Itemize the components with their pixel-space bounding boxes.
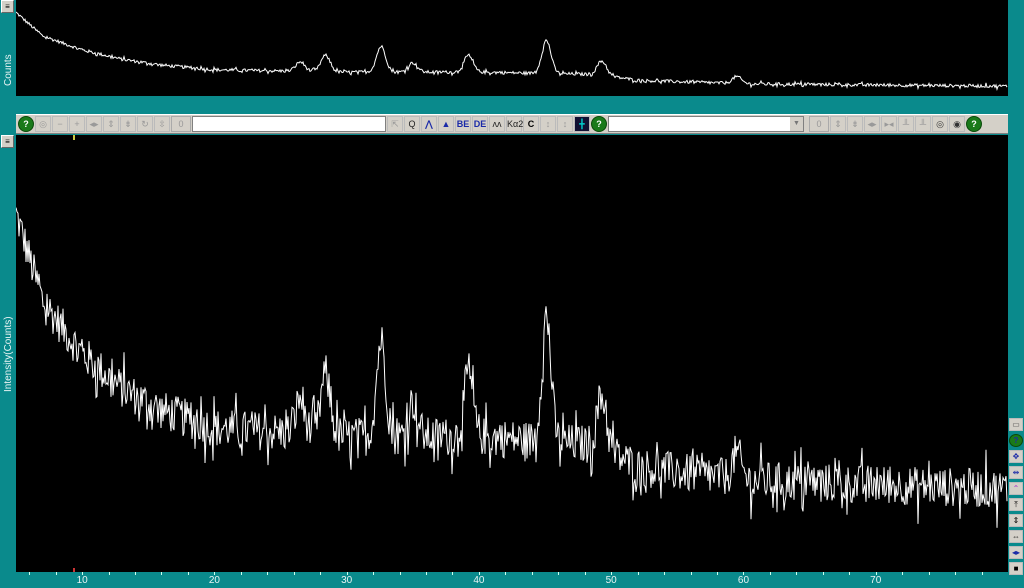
- x-tick-label: 30: [341, 575, 353, 586]
- x-tick: [849, 572, 851, 575]
- x-tick: [267, 572, 269, 575]
- mini-icon[interactable]: ▭: [1009, 418, 1023, 431]
- v-resize-icon[interactable]: ⇕: [1009, 514, 1023, 527]
- main-panel-menu-button[interactable]: ≡: [1, 135, 14, 148]
- range-marker: [73, 568, 75, 572]
- up-down-icon[interactable]: ⇕: [830, 116, 846, 132]
- top-icon[interactable]: ⤒: [1009, 498, 1023, 511]
- x-tick: [240, 572, 242, 575]
- right-value-field[interactable]: 0: [809, 116, 829, 132]
- be-icon[interactable]: BE: [455, 116, 471, 132]
- x-tick: [373, 572, 375, 575]
- x-tick: [690, 572, 692, 575]
- v-compress-icon[interactable]: ⇟: [120, 116, 136, 132]
- x-tick: [558, 572, 560, 575]
- left-value-field[interactable]: 0: [171, 116, 191, 132]
- x-tick: [426, 572, 428, 575]
- de-icon[interactable]: DE: [472, 116, 488, 132]
- x-tick: [531, 572, 533, 575]
- x-tick: [717, 572, 718, 575]
- h-move-icon[interactable]: ◂▸: [1009, 546, 1023, 559]
- bars-b-icon[interactable]: ╨: [915, 116, 931, 132]
- chevron-down-icon[interactable]: ▼: [790, 117, 803, 131]
- x-tick: [637, 572, 639, 575]
- x-tick: [293, 572, 295, 575]
- overview-trace: [15, 11, 1008, 91]
- dropdown[interactable]: ▼: [608, 116, 804, 132]
- text-input[interactable]: [192, 116, 386, 132]
- split-icon[interactable]: ⇹: [1009, 466, 1023, 479]
- ka2-icon[interactable]: Kα2: [506, 116, 523, 132]
- x-tick: [161, 572, 163, 575]
- h-compress-icon[interactable]: ▸◂: [881, 116, 897, 132]
- v-expand-icon[interactable]: ⇕: [103, 116, 119, 132]
- x-tick: [108, 572, 110, 575]
- x-tick: [505, 572, 507, 575]
- x-tick: [135, 572, 137, 575]
- smooth-icon[interactable]: ʌʌ: [489, 116, 505, 132]
- refresh-icon[interactable]: ↻: [137, 116, 153, 132]
- stop-square-icon[interactable]: ■: [1009, 562, 1023, 575]
- toolbar: ? ◎ − + ◂▸ ⇕ ⇟ ↻ ⇳ 0 ⇱ Q ⋀ ▲ BE DE ʌʌ Kα…: [16, 114, 1008, 134]
- x-tick: [822, 572, 824, 575]
- peak-search-icon[interactable]: ⋀: [421, 116, 437, 132]
- x-tick: [955, 572, 957, 575]
- x-tick: [55, 572, 57, 575]
- grid-icon[interactable]: ╋: [574, 116, 590, 132]
- x-tick: [320, 572, 322, 575]
- zoom-select-icon[interactable]: ⇱: [387, 116, 403, 132]
- x-tick: [29, 572, 31, 575]
- help-icon-2[interactable]: ?: [591, 116, 607, 132]
- top-panel-menu-button[interactable]: ≡: [1, 0, 14, 13]
- x-tick-label: 40: [473, 575, 485, 586]
- x-tick: [664, 572, 666, 575]
- minus-icon[interactable]: −: [52, 116, 68, 132]
- h-expand-icon-2[interactable]: ◂▸: [864, 116, 880, 132]
- plus-icon[interactable]: +: [69, 116, 85, 132]
- magnifier-icon[interactable]: Q: [404, 116, 420, 132]
- x-tick: [187, 572, 189, 575]
- overview-plot[interactable]: [15, 0, 1008, 96]
- stop-icon[interactable]: ◎: [35, 116, 51, 132]
- bars-a-icon[interactable]: ╨: [898, 116, 914, 132]
- x-tick: [452, 572, 454, 575]
- side-toolbar: ▭ ? ✥ ⇹ ⌃ ⤒ ⇕ ⇔ ◂▸ ■: [1009, 418, 1023, 575]
- main-ylabel: Intensity(Counts): [3, 316, 14, 392]
- fill-peak-icon[interactable]: ▲: [438, 116, 454, 132]
- c-icon[interactable]: C: [523, 116, 539, 132]
- v-adjust-icon[interactable]: ⇳: [154, 116, 170, 132]
- main-plot[interactable]: [15, 135, 1008, 572]
- help-icon-side[interactable]: ?: [1009, 434, 1023, 447]
- x-tick-label: 50: [605, 575, 617, 586]
- up-icon[interactable]: ⌃: [1009, 482, 1023, 495]
- target-icon[interactable]: ◎: [932, 116, 948, 132]
- x-tick-label: 10: [76, 575, 88, 586]
- diffraction-trace: [15, 207, 1008, 528]
- x-tick-label: 60: [737, 575, 750, 586]
- x-tick: [902, 572, 904, 575]
- x-tick: [584, 572, 586, 575]
- x-tick: [769, 572, 771, 575]
- x-tick: [928, 572, 930, 575]
- x-tick: [796, 572, 798, 575]
- cursor-marker: [73, 135, 75, 140]
- h-resize-icon[interactable]: ⇔: [1009, 530, 1023, 543]
- stop-icon-2[interactable]: ◉: [949, 116, 965, 132]
- x-tick-label: 20: [208, 575, 220, 586]
- x-tick: [981, 572, 983, 575]
- v-compress-icon-2[interactable]: ⇟: [847, 116, 863, 132]
- move-h-icon[interactable]: ✥: [1009, 450, 1023, 463]
- scale-b-icon[interactable]: ↕: [557, 116, 573, 132]
- h-expand-icon[interactable]: ◂▸: [86, 116, 102, 132]
- help-icon-3[interactable]: ?: [966, 116, 982, 132]
- help-icon[interactable]: ?: [18, 116, 34, 132]
- x-tick-label: 70: [870, 575, 882, 586]
- scale-a-icon[interactable]: ↕: [540, 116, 556, 132]
- top-ylabel: Counts: [3, 54, 14, 86]
- x-tick: [399, 572, 401, 575]
